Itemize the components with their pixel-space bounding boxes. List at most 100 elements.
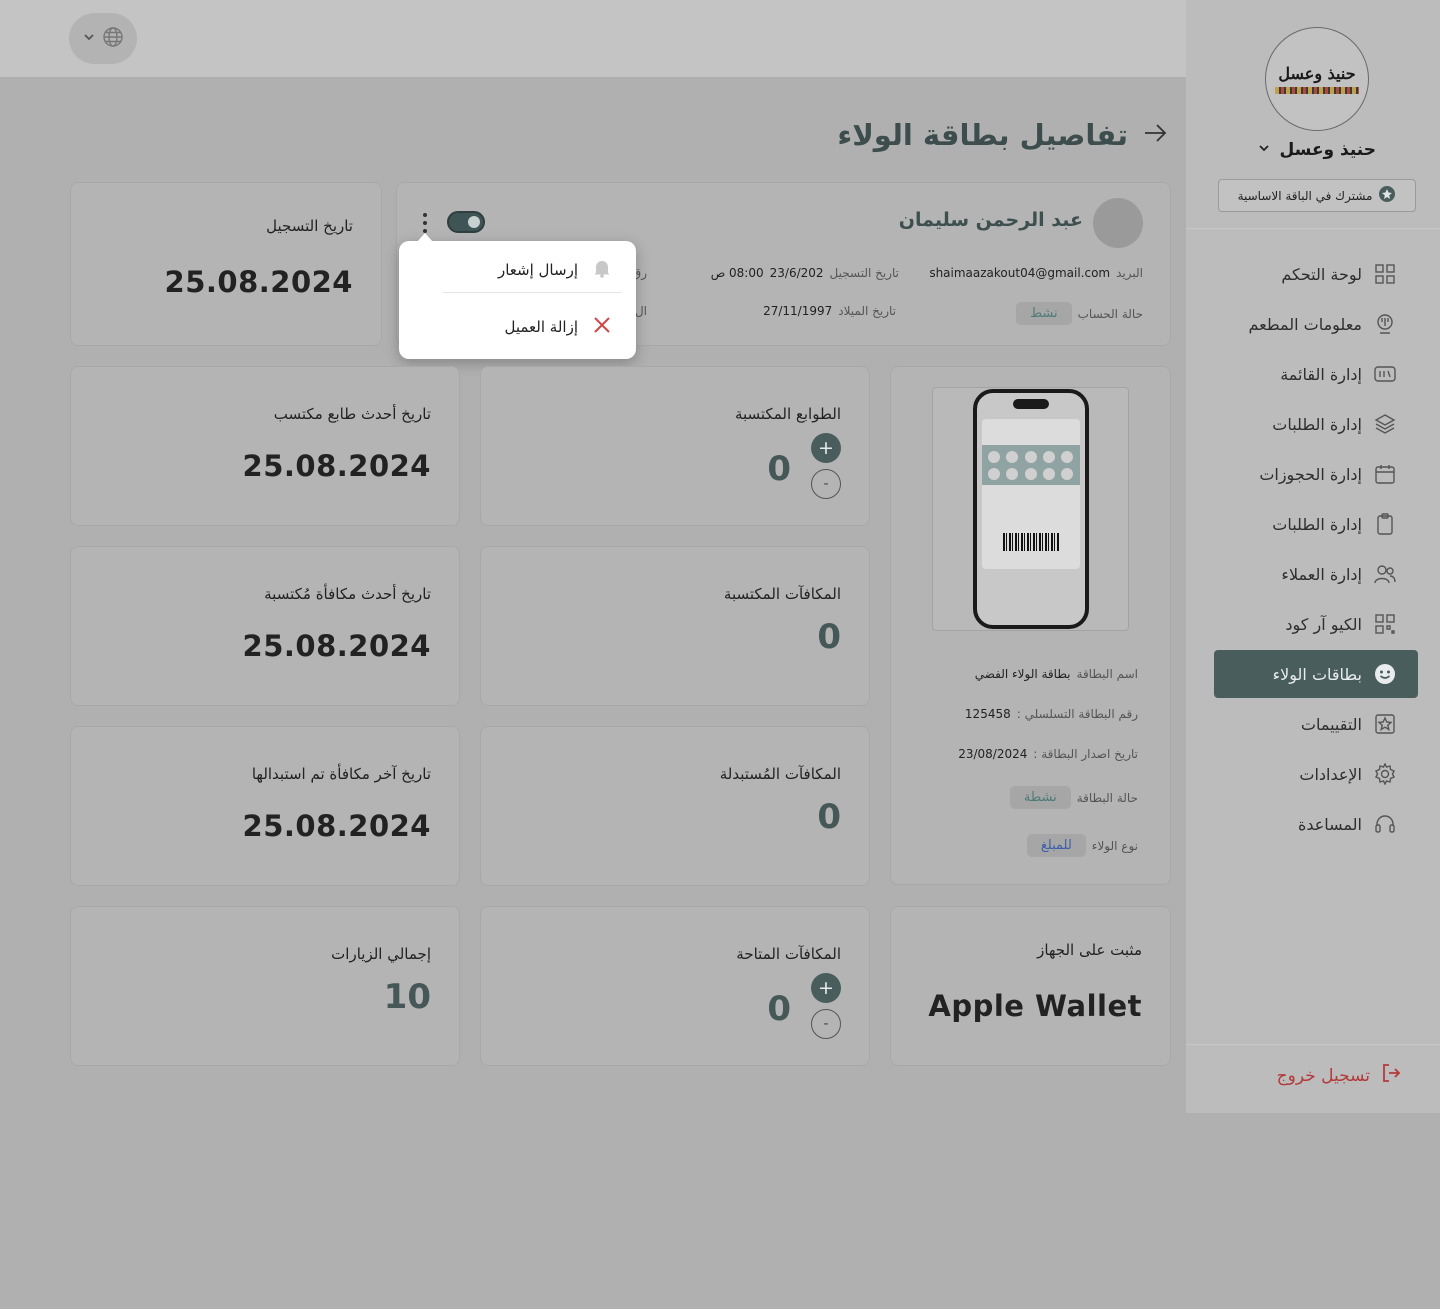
sidebar-item-qr-code[interactable]: الكيو آر كود xyxy=(1214,600,1418,648)
sidebar-item-label: الكيو آر كود xyxy=(1285,614,1362,634)
sidebar-item-reviews[interactable]: التقييمات xyxy=(1214,700,1418,748)
last-redeemed-date-value: 25.08.2024 xyxy=(242,809,431,843)
sidebar-item-dashboard[interactable]: لوحة التحكم xyxy=(1214,250,1418,298)
stamps-earned-card: الطوابع المكتسبة 0 + - xyxy=(480,366,870,526)
sidebar-item-label: المساعدة xyxy=(1297,814,1362,834)
send-notification-menu-item[interactable]: إرسال إشعار xyxy=(498,258,612,282)
account-status-field: حالة الحساب نشط xyxy=(1016,302,1143,325)
page-title: تفاصيل بطاقة الولاء xyxy=(837,118,1128,152)
increment-stamps-button[interactable]: + xyxy=(811,433,841,463)
brand-selector[interactable]: حنيذ وعسل xyxy=(1257,140,1376,160)
birthdate-value: 27/11/1997 xyxy=(763,304,833,318)
loyalty-card-details: اسم البطاقة بطاقة الولاء الفضي رقم البطا… xyxy=(890,366,1171,885)
account-status-badge: نشط xyxy=(1016,302,1072,325)
sidebar-item-label: إدارة الطلبات xyxy=(1272,514,1362,534)
registration-date-value: 25.08.2024 xyxy=(164,265,353,299)
phone-notch xyxy=(1012,399,1049,409)
page-header: تفاصيل بطاقة الولاء xyxy=(837,118,1168,152)
increment-rewards-button[interactable]: + xyxy=(811,973,841,1003)
smile-icon xyxy=(1374,663,1396,685)
sidebar-item-loyalty-cards[interactable]: بطاقات الولاء xyxy=(1214,650,1418,698)
layers-icon xyxy=(1374,413,1396,435)
rewards-available-card: المكافآت المتاحة 0 + - xyxy=(480,906,870,1066)
chevron-down-icon xyxy=(1257,140,1271,160)
last-stamp-date-card: تاريخ أحدث طابع مكتسب 25.08.2024 xyxy=(70,366,460,526)
clipboard-icon xyxy=(1374,513,1396,535)
customer-actions-menu: إرسال إشعار إزالة العميل xyxy=(399,233,636,359)
partial-field-2: ال xyxy=(635,304,647,318)
rewards-earned-value: 0 xyxy=(817,617,841,657)
qr-code-icon xyxy=(1374,613,1396,635)
avatar xyxy=(1093,198,1143,248)
barcode xyxy=(1002,533,1059,551)
sidebar-nav: لوحة التحكم معلومات المطعم إدارة القائمة… xyxy=(1214,250,1418,850)
decrement-rewards-button[interactable]: - xyxy=(811,1009,841,1039)
gear-icon xyxy=(1374,763,1396,785)
sidebar-item-reservations[interactable]: إدارة الحجوزات xyxy=(1214,450,1418,498)
email-value: shaimaazakout04@gmail.com xyxy=(929,266,1111,280)
sidebar-item-label: إدارة الحجوزات xyxy=(1259,464,1362,484)
remove-customer-label: إزالة العميل xyxy=(504,318,579,336)
logo-text: حنيذ وعسل xyxy=(1278,64,1356,83)
registration-date-card: تاريخ التسجيل 25.08.2024 xyxy=(70,182,382,346)
sidebar-item-customers[interactable]: إدارة العملاء xyxy=(1214,550,1418,598)
card-label: المكافآت المُستبدلة xyxy=(719,765,841,783)
sidebar-item-label: التقييمات xyxy=(1300,714,1362,734)
sidebar-item-label: معلومات المطعم xyxy=(1248,314,1362,334)
dashboard-grid-icon xyxy=(1374,263,1396,285)
card-label: تاريخ أحدث مكافأة مُكتسبة xyxy=(264,585,431,603)
sidebar-item-menu-management[interactable]: إدارة القائمة xyxy=(1214,350,1418,398)
registration-date: 23/6/202 xyxy=(769,266,824,280)
menu-icon xyxy=(1374,363,1396,385)
sidebar-item-orders-management[interactable]: إدارة الطلبات xyxy=(1214,400,1418,448)
sidebar: حنيذ وعسل حنيذ وعسل مشترك في الباقة الاس… xyxy=(1186,0,1440,1113)
email-label: البريد xyxy=(1116,266,1143,280)
plan-badge-label: مشترك في الباقة الاساسية xyxy=(1237,188,1373,203)
remove-customer-menu-item[interactable]: إزالة العميل xyxy=(505,315,613,339)
customer-active-toggle[interactable] xyxy=(447,211,485,233)
sidebar-item-orders-management-2[interactable]: إدارة الطلبات xyxy=(1214,500,1418,548)
card-label: الطوابع المكتسبة xyxy=(734,405,841,423)
card-label: المكافآت المكتسبة xyxy=(723,585,841,603)
sidebar-item-label: إدارة القائمة xyxy=(1280,364,1362,384)
birthdate-label: تاريخ الميلاد xyxy=(838,304,896,318)
decrement-stamps-button[interactable]: - xyxy=(811,469,841,499)
back-arrow-icon[interactable] xyxy=(1142,120,1168,150)
more-options-icon[interactable] xyxy=(417,211,433,235)
restaurant-icon xyxy=(1374,313,1396,335)
close-icon xyxy=(592,315,612,339)
sidebar-item-help[interactable]: المساعدة xyxy=(1214,800,1418,848)
customer-name: عبد الرحمن سليمان xyxy=(898,209,1083,231)
rewards-available-value: 0 xyxy=(767,989,791,1029)
phone-mockup xyxy=(972,389,1089,629)
rewards-earned-card: المكافآت المكتسبة 0 xyxy=(480,546,870,706)
headset-icon xyxy=(1374,813,1396,835)
card-serial-label: رقم البطاقة التسلسلي : xyxy=(1016,707,1138,721)
last-reward-date-card: تاريخ أحدث مكافأة مُكتسبة 25.08.2024 xyxy=(70,546,460,706)
plan-badge: مشترك في الباقة الاساسية xyxy=(1218,179,1416,212)
last-stamp-date-value: 25.08.2024 xyxy=(242,449,431,483)
card-label: مثبت على الجهاز xyxy=(1037,941,1142,959)
card-issue-value: 23/08/2024 xyxy=(958,747,1028,761)
restaurant-logo: حنيذ وعسل xyxy=(1265,27,1369,131)
card-status-label: حالة البطاقة xyxy=(1076,790,1138,805)
sidebar-item-settings[interactable]: الإعدادات xyxy=(1214,750,1418,798)
last-redeemed-date-card: تاريخ آخر مكافأة تم استبدالها 25.08.2024 xyxy=(70,726,460,886)
logout-button[interactable]: تسجيل خروج xyxy=(1277,1062,1402,1089)
brand-name: حنيذ وعسل xyxy=(1279,140,1376,160)
card-preview-image xyxy=(932,387,1129,631)
last-reward-date-value: 25.08.2024 xyxy=(242,629,431,663)
installed-device-card: مثبت على الجهاز Apple Wallet xyxy=(890,906,1171,1066)
language-switcher[interactable] xyxy=(69,13,137,64)
menu-divider xyxy=(443,292,622,293)
registration-label: تاريخ التسجيل xyxy=(829,266,899,280)
rewards-redeemed-card: المكافآت المُستبدلة 0 xyxy=(480,726,870,886)
installed-device-value: Apple Wallet xyxy=(928,989,1142,1023)
loyalty-type-badge: للمبلغ xyxy=(1026,834,1086,857)
logout-icon xyxy=(1380,1062,1402,1089)
card-serial-field: رقم البطاقة التسلسلي : 125458 xyxy=(965,707,1138,721)
total-visits-card: إجمالي الزيارات 10 xyxy=(70,906,460,1066)
card-name-field: اسم البطاقة بطاقة الولاء الفضي xyxy=(975,667,1138,681)
sidebar-item-restaurant-info[interactable]: معلومات المطعم xyxy=(1214,300,1418,348)
card-serial-value: 125458 xyxy=(964,707,1011,721)
